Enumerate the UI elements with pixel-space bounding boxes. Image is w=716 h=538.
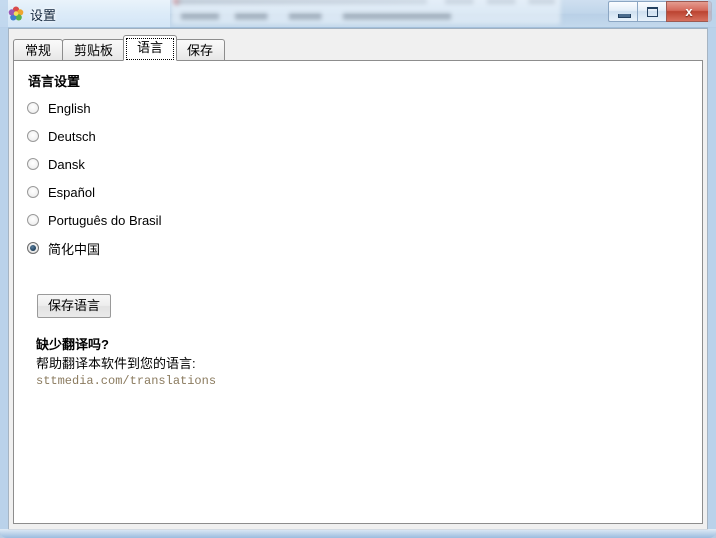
language-radio-group[interactable]: English Deutsch Dansk Español Português … bbox=[27, 94, 161, 262]
window-title: 设置 bbox=[30, 8, 57, 23]
tab-clipboard-label: 剪贴板 bbox=[74, 43, 114, 58]
translations-link[interactable]: sttmedia.com/translations bbox=[36, 374, 216, 388]
radio-label: English bbox=[48, 100, 91, 116]
minimize-button[interactable] bbox=[608, 1, 637, 22]
radio-option-dansk[interactable]: Dansk bbox=[27, 150, 161, 178]
missing-translation-title: 缺少翻译吗? bbox=[36, 337, 109, 352]
radio-icon-selected bbox=[27, 242, 39, 254]
tab-clipboard[interactable]: 剪贴板 bbox=[62, 39, 126, 61]
maximize-icon bbox=[647, 7, 658, 17]
window-controls[interactable]: x bbox=[608, 1, 712, 22]
radio-icon bbox=[27, 102, 39, 114]
radio-icon bbox=[27, 158, 39, 170]
title-bar[interactable]: 设置 x bbox=[0, 0, 716, 28]
missing-translation-subtitle: 帮助翻译本软件到您的语言: bbox=[36, 356, 196, 371]
tab-general[interactable]: 常规 bbox=[13, 39, 64, 61]
radio-option-espanol[interactable]: Español bbox=[27, 178, 161, 206]
client-area: 常规 剪贴板 语言 保存 语言设置 English Deutsch Dansk … bbox=[8, 28, 708, 530]
radio-option-portugues-brasil[interactable]: Português do Brasil bbox=[27, 206, 161, 234]
close-icon: x bbox=[685, 4, 693, 19]
tab-strip[interactable]: 常规 剪贴板 语言 保存 bbox=[13, 35, 226, 61]
tab-save[interactable]: 保存 bbox=[175, 39, 226, 61]
settings-window: 设置 x 常规 剪贴板 语言 保存 语言设置 English Deutsch D… bbox=[0, 0, 716, 538]
close-button[interactable]: x bbox=[666, 1, 712, 22]
radio-option-deutsch[interactable]: Deutsch bbox=[27, 122, 161, 150]
radio-label: Deutsch bbox=[48, 128, 96, 144]
flower-pinwheel-icon bbox=[8, 6, 24, 21]
section-title-language-settings: 语言设置 bbox=[28, 74, 81, 89]
radio-option-english[interactable]: English bbox=[27, 94, 161, 122]
radio-label: Português do Brasil bbox=[48, 212, 162, 228]
tab-save-label: 保存 bbox=[187, 43, 214, 58]
radio-label: 简化中国 bbox=[48, 241, 101, 257]
radio-option-simplified-chinese[interactable]: 简化中国 bbox=[27, 234, 161, 262]
radio-label: Dansk bbox=[48, 156, 85, 172]
minimize-icon bbox=[618, 14, 631, 18]
radio-icon bbox=[27, 186, 39, 198]
maximize-button[interactable] bbox=[637, 1, 666, 22]
title-bar-glass bbox=[0, 0, 170, 28]
radio-label: Español bbox=[48, 184, 95, 200]
tab-language[interactable]: 语言 bbox=[123, 35, 178, 61]
tab-language-label: 语言 bbox=[137, 40, 164, 55]
tab-general-label: 常规 bbox=[25, 43, 52, 58]
save-language-button[interactable]: 保存语言 bbox=[37, 294, 112, 318]
radio-icon bbox=[27, 214, 39, 226]
radio-icon bbox=[27, 130, 39, 142]
